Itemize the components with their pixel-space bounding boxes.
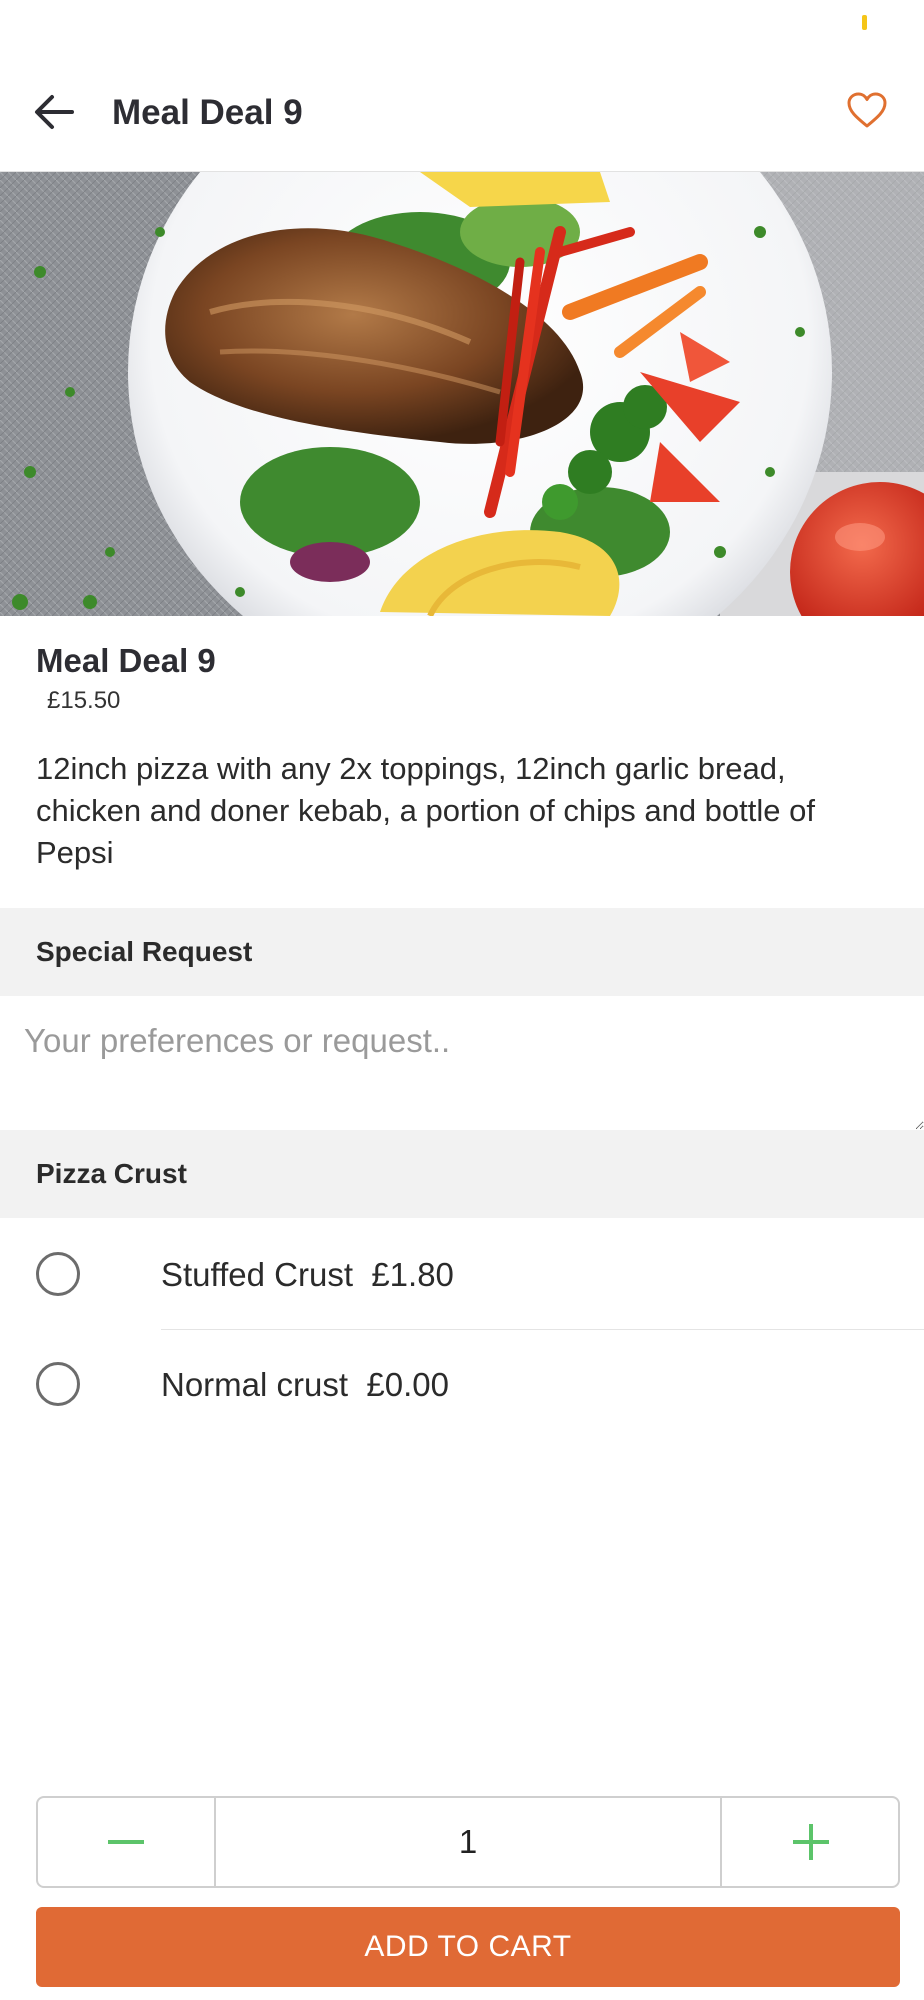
crust-option-stuffed[interactable]: Stuffed Crust £1.80 <box>0 1220 924 1330</box>
favorite-button[interactable] <box>842 80 892 140</box>
item-name: Meal Deal 9 <box>36 642 216 679</box>
special-request-input[interactable] <box>0 996 924 1130</box>
quantity-value: 1 <box>458 1823 478 1860</box>
status-bar <box>0 0 924 60</box>
page-title: Meal Deal 9 <box>112 93 303 132</box>
radio-button[interactable] <box>36 1252 80 1296</box>
crust-option-label: Normal crust £0.00 <box>161 1366 449 1403</box>
minus-icon <box>108 1840 144 1844</box>
special-request-heading: Special Request <box>36 936 253 967</box>
back-button[interactable] <box>24 82 84 142</box>
crust-option-label: Stuffed Crust £1.80 <box>161 1256 454 1293</box>
status-indicator <box>862 15 867 30</box>
crust-option-normal[interactable]: Normal crust £0.00 <box>0 1330 924 1440</box>
pizza-crust-heading: Pizza Crust <box>36 1158 187 1189</box>
decrease-quantity-button[interactable] <box>38 1798 216 1886</box>
arrow-left-icon <box>35 95 74 129</box>
quantity-stepper: 1 <box>36 1796 900 1888</box>
increase-quantity-button[interactable] <box>720 1798 898 1886</box>
item-description: 12inch pizza with any 2x toppings, 12inc… <box>36 751 815 870</box>
heart-icon <box>847 92 887 128</box>
item-price: £15.50 <box>47 687 121 714</box>
pizza-crust-header: Pizza Crust <box>0 1130 924 1218</box>
radio-button[interactable] <box>36 1362 80 1406</box>
meal-photo <box>0 172 924 616</box>
add-to-cart-button[interactable]: ADD TO CART <box>36 1907 900 1987</box>
product-detail-screen: Meal Deal 9 Meal Deal 9 £15.50 12inch pi… <box>0 0 924 2000</box>
app-header: Meal Deal 9 <box>0 60 924 172</box>
special-request-header: Special Request <box>0 908 924 996</box>
plus-icon <box>793 1824 829 1860</box>
